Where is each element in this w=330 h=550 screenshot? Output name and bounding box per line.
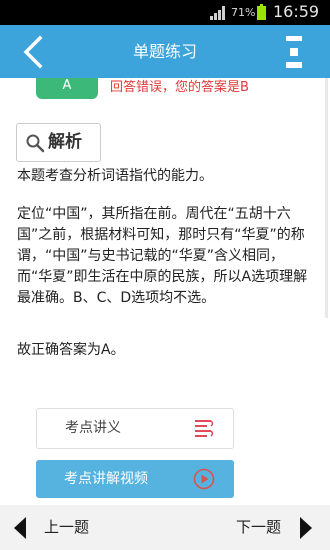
bottom-navigation: 上一题 下一题 <box>0 505 330 550</box>
previous-question-label: 上一题 <box>44 518 90 536</box>
clock: 16:59 <box>273 2 320 21</box>
next-question-label: 下一题 <box>236 518 282 536</box>
signal-icon <box>210 6 225 20</box>
chevron-left-icon <box>14 517 26 539</box>
next-question-button[interactable]: 下一题 <box>236 515 316 540</box>
title-bar: 单题练习 <box>0 25 330 78</box>
status-bar: 71% 16:59 <box>0 0 330 25</box>
video-lecture-button[interactable]: 考点讲解视频 <box>36 460 234 498</box>
question-content[interactable]: A 回答错误，您的答案是B 解析 本题考查分析词语指代的能力。 定位“中国”，其… <box>0 78 330 505</box>
lecture-notes-label: 考点讲义 <box>65 420 121 436</box>
analysis-title: 解析 <box>48 132 82 152</box>
search-icon <box>26 134 45 153</box>
document-icon <box>195 420 214 437</box>
analysis-paragraph: 故正确答案为A。 <box>17 342 125 358</box>
analysis-paragraph: 定位“中国”，其所指在前。周代在“五胡十六国”之前，根据材料可知，那时只有“华夏… <box>17 206 308 306</box>
video-lecture-label: 考点讲解视频 <box>64 471 148 487</box>
play-icon <box>193 468 215 490</box>
battery-icon <box>257 4 266 20</box>
battery-percent: 71% <box>231 6 256 19</box>
page-title: 单题练习 <box>132 42 197 61</box>
chevron-right-icon <box>300 517 312 539</box>
lecture-notes-button[interactable]: 考点讲义 <box>36 408 234 449</box>
menu-button[interactable] <box>282 35 306 69</box>
user-answer-badge: A <box>36 78 98 99</box>
menu-icon <box>286 36 302 68</box>
scrollbar[interactable] <box>325 78 328 318</box>
answer-result-message: 回答错误，您的答案是B <box>110 80 249 95</box>
analysis-paragraph: 本题考查分析词语指代的能力。 <box>17 168 213 184</box>
analysis-header: 解析 <box>16 123 101 162</box>
